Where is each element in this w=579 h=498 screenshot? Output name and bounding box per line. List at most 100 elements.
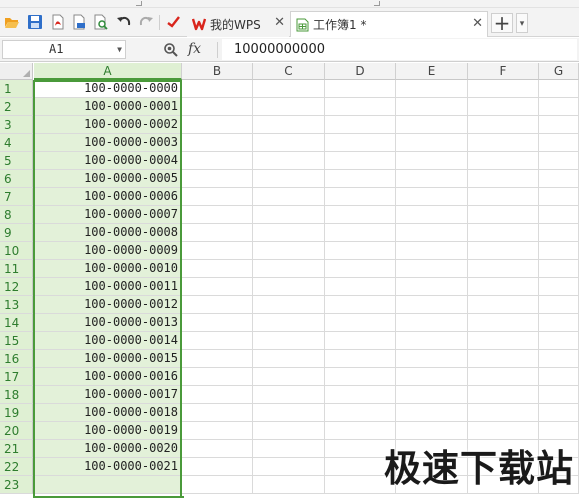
- grid-cell[interactable]: [182, 188, 253, 206]
- grid-cell[interactable]: [253, 368, 325, 386]
- row-header[interactable]: 6: [0, 170, 33, 188]
- column-header-g[interactable]: G: [539, 63, 579, 80]
- format-painter-icon[interactable]: [165, 14, 181, 30]
- chevron-down-icon[interactable]: ▼: [117, 41, 122, 58]
- grid-cell[interactable]: [253, 116, 325, 134]
- grid-cell[interactable]: [253, 296, 325, 314]
- column-header-d[interactable]: D: [325, 63, 396, 80]
- grid-cell[interactable]: [253, 80, 325, 98]
- grid-cell[interactable]: [539, 404, 579, 422]
- grid-cell[interactable]: [182, 278, 253, 296]
- strip-expander-icon[interactable]: [136, 1, 142, 6]
- grid-cell[interactable]: [253, 350, 325, 368]
- grid-cell[interactable]: 100-0000-0021: [34, 458, 182, 476]
- grid-cell[interactable]: [325, 386, 396, 404]
- grid-cell[interactable]: [182, 314, 253, 332]
- grid-cell[interactable]: [253, 440, 325, 458]
- row-header[interactable]: 19: [0, 404, 33, 422]
- grid-cell[interactable]: 100-0000-0020: [34, 440, 182, 458]
- grid-cell[interactable]: [539, 386, 579, 404]
- grid-cell[interactable]: [325, 368, 396, 386]
- grid-cell[interactable]: [182, 404, 253, 422]
- grid-cell[interactable]: [182, 458, 253, 476]
- grid-cell[interactable]: 100-0000-0001: [34, 98, 182, 116]
- grid-cell[interactable]: [539, 116, 579, 134]
- grid-cell[interactable]: [253, 332, 325, 350]
- grid-cell[interactable]: [182, 224, 253, 242]
- grid-cell[interactable]: [182, 152, 253, 170]
- spreadsheet-grid[interactable]: A B C D E F G 1 100-0000-0000 2 100-0000-0001 3 100-…: [0, 63, 579, 498]
- grid-cell[interactable]: [539, 206, 579, 224]
- grid-cell[interactable]: 100-0000-0015: [34, 350, 182, 368]
- grid-cell[interactable]: [539, 260, 579, 278]
- grid-cell[interactable]: 100-0000-0006: [34, 188, 182, 206]
- grid-cell[interactable]: [253, 188, 325, 206]
- grid-cell[interactable]: [253, 386, 325, 404]
- grid-cell[interactable]: [253, 98, 325, 116]
- grid-cell[interactable]: [253, 134, 325, 152]
- grid-cell[interactable]: [182, 296, 253, 314]
- grid-cell[interactable]: [253, 476, 325, 494]
- grid-cell[interactable]: [182, 242, 253, 260]
- grid-cell[interactable]: [396, 170, 468, 188]
- grid-cell[interactable]: [539, 368, 579, 386]
- grid-cell[interactable]: [539, 224, 579, 242]
- grid-cell[interactable]: [325, 170, 396, 188]
- grid-cell[interactable]: [396, 134, 468, 152]
- grid-cell[interactable]: 100-0000-0019: [34, 422, 182, 440]
- row-header[interactable]: 9: [0, 224, 33, 242]
- formula-input[interactable]: 10000000000: [222, 39, 577, 60]
- grid-cell[interactable]: [325, 152, 396, 170]
- grid-cell[interactable]: [396, 296, 468, 314]
- print-icon[interactable]: [71, 14, 87, 30]
- grid-cell[interactable]: [396, 152, 468, 170]
- grid-cell[interactable]: [468, 206, 539, 224]
- grid-cell[interactable]: 100-0000-0014: [34, 332, 182, 350]
- grid-cell[interactable]: [539, 98, 579, 116]
- grid-cell[interactable]: [396, 116, 468, 134]
- grid-cell[interactable]: [539, 332, 579, 350]
- grid-cell[interactable]: [182, 440, 253, 458]
- grid-cell[interactable]: [325, 80, 396, 98]
- print-preview-icon[interactable]: [93, 14, 109, 30]
- grid-cell[interactable]: 100-0000-0002: [34, 116, 182, 134]
- column-header-b[interactable]: B: [182, 63, 253, 80]
- grid-cell[interactable]: 100-0000-0003: [34, 134, 182, 152]
- row-header[interactable]: 11: [0, 260, 33, 278]
- grid-cell[interactable]: [182, 386, 253, 404]
- grid-cell[interactable]: [182, 260, 253, 278]
- row-header[interactable]: 22: [0, 458, 33, 476]
- row-header[interactable]: 18: [0, 386, 33, 404]
- tab-workbook[interactable]: 工作簿1 * ✕: [290, 11, 488, 37]
- grid-cell[interactable]: [468, 278, 539, 296]
- grid-cell[interactable]: [468, 188, 539, 206]
- tab-list-dropdown[interactable]: ▾: [516, 13, 528, 33]
- folder-open-icon[interactable]: [4, 14, 20, 30]
- grid-cell[interactable]: [396, 350, 468, 368]
- grid-cell[interactable]: [253, 314, 325, 332]
- grid-cell[interactable]: [253, 404, 325, 422]
- row-header[interactable]: 4: [0, 134, 33, 152]
- grid-cell[interactable]: 100-0000-0016: [34, 368, 182, 386]
- grid-cell[interactable]: [468, 404, 539, 422]
- grid-cell[interactable]: [468, 260, 539, 278]
- grid-cell[interactable]: [396, 242, 468, 260]
- grid-cell[interactable]: [396, 80, 468, 98]
- close-icon[interactable]: ✕: [472, 17, 483, 31]
- grid-cell[interactable]: 100-0000-0005: [34, 170, 182, 188]
- grid-cell[interactable]: [468, 170, 539, 188]
- row-header[interactable]: 21: [0, 440, 33, 458]
- grid-cell[interactable]: [325, 278, 396, 296]
- row-header[interactable]: 1: [0, 80, 33, 98]
- grid-cell[interactable]: [182, 368, 253, 386]
- grid-cell[interactable]: [396, 314, 468, 332]
- grid-cell[interactable]: [396, 278, 468, 296]
- grid-cell[interactable]: [325, 404, 396, 422]
- grid-cell[interactable]: [325, 260, 396, 278]
- row-header[interactable]: 17: [0, 368, 33, 386]
- grid-cell[interactable]: [325, 188, 396, 206]
- column-header-e[interactable]: E: [396, 63, 468, 80]
- grid-cell[interactable]: [468, 332, 539, 350]
- row-header[interactable]: 2: [0, 98, 33, 116]
- close-icon[interactable]: ✕: [274, 16, 285, 30]
